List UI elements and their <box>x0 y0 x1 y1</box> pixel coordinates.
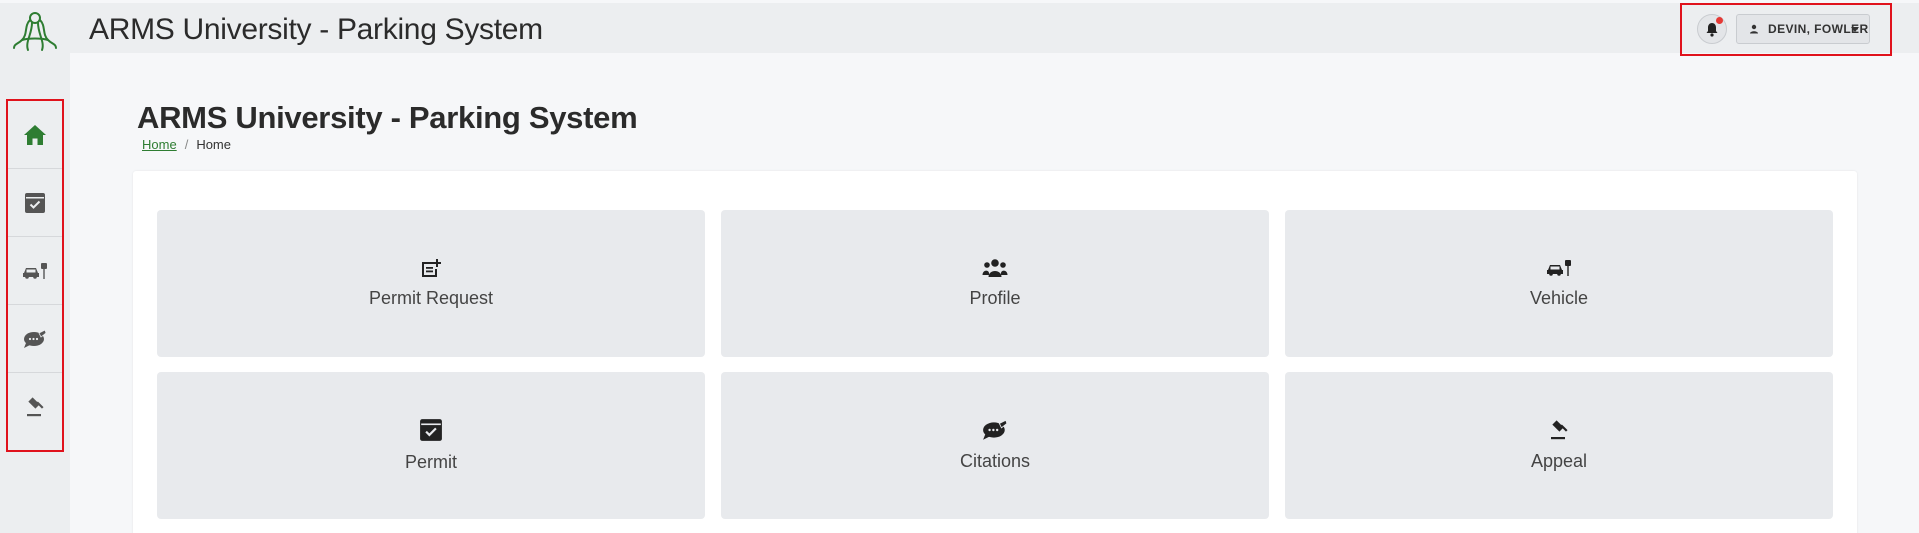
tile-label: Appeal <box>1530 451 1588 471</box>
dashboard-card: Permit Request Profile Vehicle Permit Ci… <box>133 171 1857 533</box>
tile-permit-request[interactable]: Permit Request <box>157 210 705 357</box>
chevron-down-icon <box>1851 27 1859 32</box>
sidebar-nav <box>6 99 64 452</box>
tile-citations[interactable]: Citations <box>721 372 1269 519</box>
top-bar: ARMS University - Parking System <box>0 3 1919 53</box>
vehicle-icon <box>23 262 47 279</box>
sidebar-item-appeal[interactable] <box>8 373 62 441</box>
sidebar-item-citations[interactable] <box>8 305 62 373</box>
tile-label: Permit Request <box>368 288 494 308</box>
user-icon <box>1750 24 1758 34</box>
sidebar-item-permit[interactable] <box>8 169 62 237</box>
breadcrumb-home-link[interactable]: Home <box>142 137 177 152</box>
user-menu-button[interactable]: DEVIN, FOWLER <box>1736 14 1870 44</box>
tile-label: Permit <box>404 452 457 472</box>
notification-dot <box>1716 17 1723 24</box>
tile-label: Vehicle <box>1529 288 1589 308</box>
permit-request-icon <box>422 259 441 277</box>
tile-appeal[interactable]: Appeal <box>1285 372 1833 519</box>
home-icon <box>24 124 46 145</box>
bell-icon <box>1706 22 1718 37</box>
page-title: ARMS University - Parking System <box>137 100 638 135</box>
app-title: ARMS University - Parking System <box>89 13 543 46</box>
appeal-gavel-icon <box>27 397 44 417</box>
tile-profile[interactable]: Profile <box>721 210 1269 357</box>
breadcrumb-current: Home <box>196 137 231 152</box>
breadcrumb-separator: / <box>184 137 189 152</box>
vehicle-icon <box>1547 260 1571 276</box>
sidebar-item-home[interactable] <box>8 101 62 169</box>
app-logo[interactable] <box>10 10 60 54</box>
breadcrumb: Home / Home <box>142 137 231 152</box>
tile-vehicle[interactable]: Vehicle <box>1285 210 1833 357</box>
citation-icon <box>24 328 47 348</box>
appeal-gavel-icon <box>1551 420 1568 440</box>
users-icon <box>982 259 1008 277</box>
citation-icon <box>983 419 1008 440</box>
permit-calendar-icon <box>420 419 442 441</box>
tile-permit[interactable]: Permit <box>157 372 705 519</box>
tile-label: Citations <box>959 451 1031 471</box>
user-controls: DEVIN, FOWLER <box>1680 3 1892 56</box>
sidebar-item-vehicle[interactable] <box>8 237 62 305</box>
tile-label: Profile <box>969 288 1021 308</box>
permit-calendar-icon <box>25 192 45 213</box>
notifications-button[interactable] <box>1697 14 1727 44</box>
